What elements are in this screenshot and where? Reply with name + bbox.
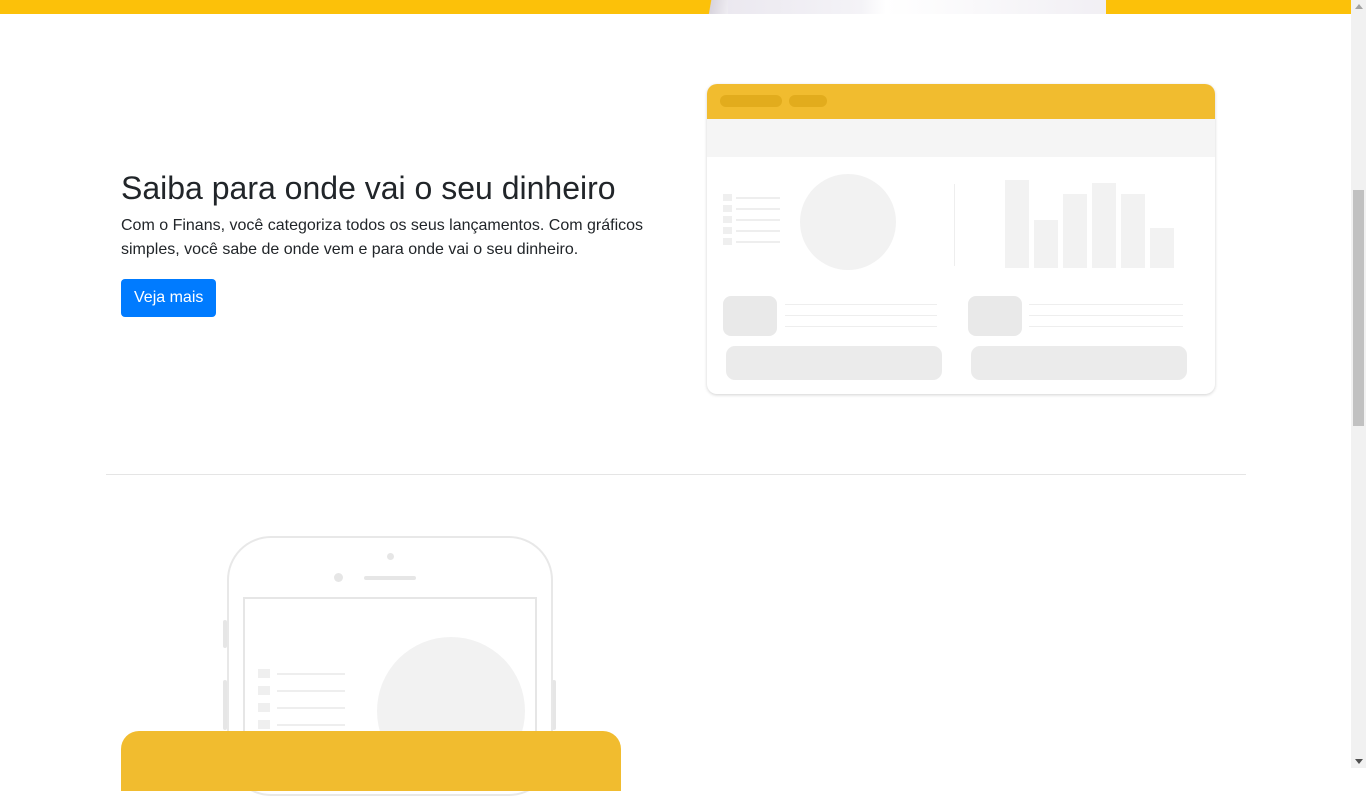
- summary-card-icon: [723, 296, 777, 336]
- pie-chart-placeholder: [800, 174, 896, 270]
- legend-marker: [723, 205, 732, 212]
- summary-pill: [726, 346, 942, 380]
- bar-placeholder: [1121, 194, 1145, 268]
- bar-placeholder: [1063, 194, 1087, 268]
- legend-line: [736, 230, 780, 232]
- summary-line: [1029, 304, 1183, 305]
- legend-marker: [723, 216, 732, 223]
- summary-pill: [971, 346, 1187, 380]
- legend-line: [736, 241, 780, 243]
- summary-line: [785, 326, 937, 327]
- dashboard-header-pill: [720, 95, 782, 107]
- summary-line: [785, 315, 937, 316]
- phone-legend-marker: [258, 720, 270, 729]
- summary-card-icon: [968, 296, 1022, 336]
- phone-camera: [387, 553, 394, 560]
- phone-legend-marker: [258, 686, 270, 695]
- dashboard-header: [707, 84, 1215, 119]
- summary-line: [785, 304, 937, 305]
- phone-speaker: [364, 576, 416, 580]
- legend-line: [736, 197, 780, 199]
- bar-placeholder: [1092, 183, 1116, 268]
- hero-section-bottom: [0, 0, 1351, 14]
- summary-line: [1029, 315, 1183, 316]
- phone-legend-line: [277, 724, 345, 726]
- scroll-down-icon[interactable]: [1355, 759, 1363, 764]
- scroll-up-icon[interactable]: [1355, 4, 1363, 9]
- summary-line: [1029, 326, 1183, 327]
- bar-placeholder: [1150, 228, 1174, 268]
- phone-legend-marker: [258, 669, 270, 678]
- see-more-button[interactable]: Veja mais: [121, 279, 217, 317]
- legend-marker: [723, 194, 732, 201]
- section-divider: [106, 474, 1246, 475]
- dashboard-header-pill: [789, 95, 827, 107]
- chart-separator: [954, 184, 955, 266]
- bar-placeholder: [1034, 220, 1058, 268]
- dashboard-illustration: [707, 84, 1215, 394]
- feature-description: Com o Finans, você categoriza todos os s…: [121, 217, 644, 258]
- feature-title: Saiba para onde vai o seu dinheiro: [121, 170, 616, 206]
- phone-legend-line: [277, 707, 345, 709]
- legend-marker: [723, 238, 732, 245]
- phone-legend-marker: [258, 703, 270, 712]
- feature-content: Saiba para onde vai o seu dinheiro Com o…: [121, 168, 681, 317]
- legend-line: [736, 208, 780, 210]
- dashboard-toolbar: [707, 119, 1215, 157]
- phone-legend-line: [277, 673, 345, 675]
- hero-photo-edge: [698, 0, 728, 14]
- scrollbar-thumb[interactable]: [1353, 190, 1364, 426]
- phone-front-camera: [334, 573, 343, 582]
- page-scrollbar[interactable]: [1351, 0, 1366, 768]
- bar-placeholder: [1005, 180, 1029, 268]
- legend-line: [736, 219, 780, 221]
- yellow-card: [121, 731, 621, 791]
- phone-legend-line: [277, 690, 345, 692]
- hero-photo: [698, 0, 1106, 14]
- legend-marker: [723, 227, 732, 234]
